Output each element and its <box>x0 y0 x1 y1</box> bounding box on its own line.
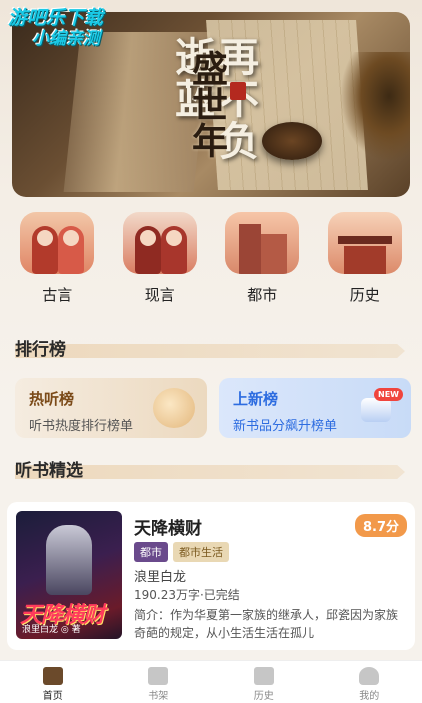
book-tags: 都市 都市生活 <box>134 542 229 562</box>
history-book-icon <box>253 667 274 685</box>
book-title: 天降横财 <box>134 519 202 539</box>
category-label: 现言 <box>144 286 175 304</box>
new-ranking-card[interactable]: 上新榜 新书品分飙升榜单 NEW <box>219 378 411 438</box>
banner-bowl <box>262 122 322 160</box>
book-author: 浪里白龙 <box>134 570 187 585</box>
new-badge: NEW <box>374 388 403 401</box>
book-meta: 190.23万字·已完结 <box>134 588 240 602</box>
category-xianyan[interactable]: 现言 <box>120 212 200 307</box>
ancient-couple-thumb <box>20 212 95 274</box>
trophy-icon <box>153 388 195 428</box>
new-box-icon: NEW <box>355 388 403 426</box>
category-label: 历史 <box>349 286 380 304</box>
book-card[interactable]: 天降横财 浪里白龙 ◎ 著 天降横财 8.7分 都市 都市生活 浪里白龙 190… <box>7 502 415 650</box>
tab-label: 书架 <box>148 691 169 702</box>
city-buildings-thumb <box>225 212 300 274</box>
book-tag: 都市生活 <box>173 542 229 562</box>
category-guyan[interactable]: 古言 <box>17 212 97 307</box>
book-score-badge: 8.7分 <box>354 514 407 537</box>
category-row: 古言 现言 都市 历史 <box>0 212 422 307</box>
book-description: 简介：作为华夏第一家族的继承人，邱瓷因为家族奇葩的规定，从小生活生活在孤儿 <box>134 608 399 640</box>
cover-author: 浪里白龙 ◎ 著 <box>22 625 81 635</box>
palace-thumb <box>327 212 402 274</box>
hot-ranking-card[interactable]: 热听榜 听书热度排行榜单 <box>15 378 207 438</box>
modern-couple-thumb <box>122 212 197 274</box>
banner-seal <box>230 82 246 100</box>
tab-bookshelf[interactable]: 书架 <box>123 661 193 703</box>
watermark-line2: 小编亲测 <box>32 28 100 49</box>
tab-label: 历史 <box>253 691 274 702</box>
category-dushi[interactable]: 都市 <box>222 212 302 307</box>
tab-history[interactable]: 历史 <box>229 661 299 703</box>
book-home-icon <box>42 667 63 685</box>
section-picks: 听书精选 <box>15 456 407 482</box>
banner-title-secondary: 盛世年 <box>186 50 228 158</box>
tab-profile[interactable]: 我的 <box>334 661 404 703</box>
bookshelf-icon <box>148 667 169 685</box>
watermark: 游吧乐下载 小编亲测 <box>8 7 104 49</box>
section-ranking-title: 排行榜 <box>15 340 66 360</box>
tab-home[interactable]: 首页 <box>18 661 88 703</box>
banner-plant <box>340 52 410 162</box>
category-label: 都市 <box>247 286 278 304</box>
section-ranking: 排行榜 <box>15 335 407 361</box>
section-picks-title: 听书精选 <box>15 461 83 481</box>
tab-label: 我的 <box>359 691 380 702</box>
book-cover: 天降横财 浪里白龙 ◎ 著 <box>16 511 122 639</box>
book-tag: 都市 <box>134 542 168 562</box>
category-lishi[interactable]: 历史 <box>325 212 405 307</box>
watermark-line1: 游吧乐下载 <box>8 7 104 29</box>
tab-label: 首页 <box>42 691 63 702</box>
cover-person <box>46 525 92 595</box>
profile-icon <box>359 667 380 685</box>
category-label: 古言 <box>42 286 73 304</box>
bottom-tab-bar: 首页 书架 历史 我的 <box>0 660 422 703</box>
